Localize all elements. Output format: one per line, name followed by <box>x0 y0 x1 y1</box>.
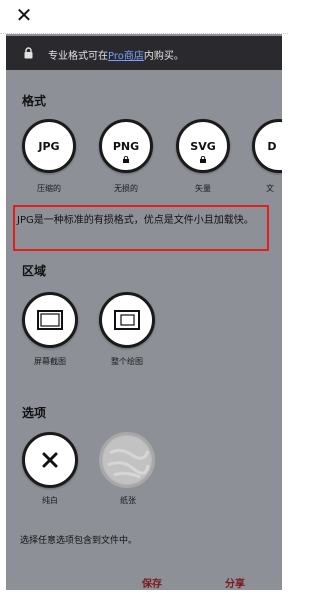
x-icon <box>42 452 58 468</box>
region-section-title: 区域 <box>22 264 47 278</box>
share-button[interactable]: 分享 <box>225 575 245 590</box>
format-d-caption: 文 <box>266 184 274 193</box>
drawing-icon <box>114 310 140 330</box>
lock-icon <box>200 156 206 163</box>
screen-icon <box>37 310 63 330</box>
lock-icon <box>123 156 129 163</box>
pro-store-link[interactable]: Pro商店 <box>108 51 144 62</box>
option-paper-caption: 纸张 <box>120 496 136 505</box>
pro-banner-text: 专业格式可在Pro商店内购买。 <box>48 51 184 62</box>
format-png-caption: 无损的 <box>114 184 138 193</box>
format-jpg-label: JPG <box>38 139 60 153</box>
format-png-label: PNG <box>112 139 140 153</box>
format-section-title: 格式 <box>22 94 47 108</box>
option-white-caption: 纯白 <box>42 496 58 505</box>
format-description: JPG是一种标准的有损格式，优点是文件小且加载快。 <box>17 215 254 226</box>
lock-icon <box>24 47 33 59</box>
option-white-button[interactable] <box>22 432 78 488</box>
save-button[interactable]: 保存 <box>142 575 162 590</box>
top-bar: ✕ <box>0 0 288 34</box>
format-jpg-button[interactable]: JPG <box>22 119 76 173</box>
format-png-button[interactable]: PNG <box>99 119 153 173</box>
format-svg-label: SVG <box>190 139 216 153</box>
format-d-label: D <box>267 139 277 153</box>
paper-texture-icon <box>103 436 151 484</box>
options-section-title: 选项 <box>22 406 47 420</box>
region-drawing-button[interactable] <box>99 292 155 348</box>
option-paper-button[interactable] <box>99 432 155 488</box>
export-panel: 专业格式可在Pro商店内购买。 格式 JPG 压缩的 PNG 无损的 SVG 矢… <box>6 34 282 590</box>
region-screen-button[interactable] <box>22 292 78 348</box>
pro-banner: 专业格式可在Pro商店内购买。 <box>6 36 282 70</box>
format-d-button[interactable]: D <box>252 119 282 173</box>
region-drawing-caption: 整个绘图 <box>111 357 143 366</box>
format-description-box <box>13 205 269 251</box>
format-jpg-caption: 压缩的 <box>37 184 61 193</box>
format-svg-button[interactable]: SVG <box>176 119 230 173</box>
close-icon[interactable]: ✕ <box>14 4 34 26</box>
options-note: 选择任意选项包含到文件中。 <box>20 536 138 546</box>
region-screen-caption: 屏幕截图 <box>34 357 66 366</box>
format-svg-caption: 矢量 <box>195 184 211 193</box>
